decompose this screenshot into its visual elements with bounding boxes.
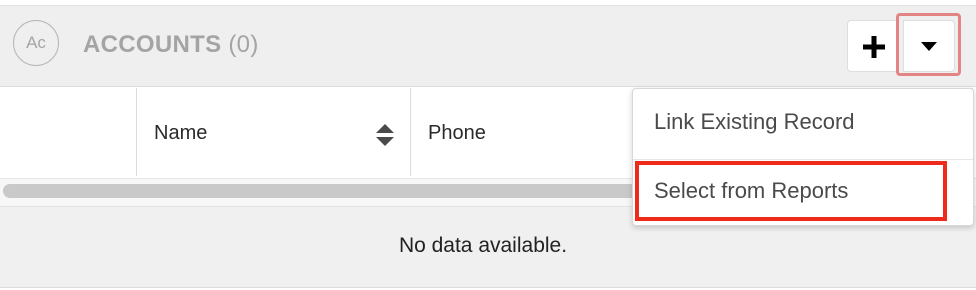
column-separator (410, 88, 411, 176)
menu-item-label: Link Existing Record (654, 109, 855, 134)
empty-state-message: No data available. (398, 234, 568, 257)
actions-dropdown-button[interactable] (903, 20, 955, 72)
scrollbar-thumb[interactable] (3, 184, 643, 198)
plus-icon (863, 36, 885, 58)
menu-item-link-existing-record[interactable]: Link Existing Record (633, 89, 973, 159)
subpanel-title-text: ACCOUNTS (83, 31, 222, 58)
accounts-module-icon: Ac (13, 20, 59, 66)
sort-icon[interactable] (376, 124, 394, 151)
caret-down-icon (921, 42, 937, 51)
select-from-reports-highlight (635, 161, 947, 221)
column-separator (136, 88, 137, 176)
subpanel-record-count: (0) (228, 31, 259, 58)
create-record-button[interactable] (847, 20, 899, 72)
column-header-phone[interactable]: Phone (428, 122, 486, 145)
accounts-subpanel: Ac ACCOUNTS (0) Name Phone No data avail… (0, 0, 976, 290)
column-header-name[interactable]: Name (154, 122, 207, 145)
subpanel-title[interactable]: ACCOUNTS (0) (83, 31, 259, 59)
